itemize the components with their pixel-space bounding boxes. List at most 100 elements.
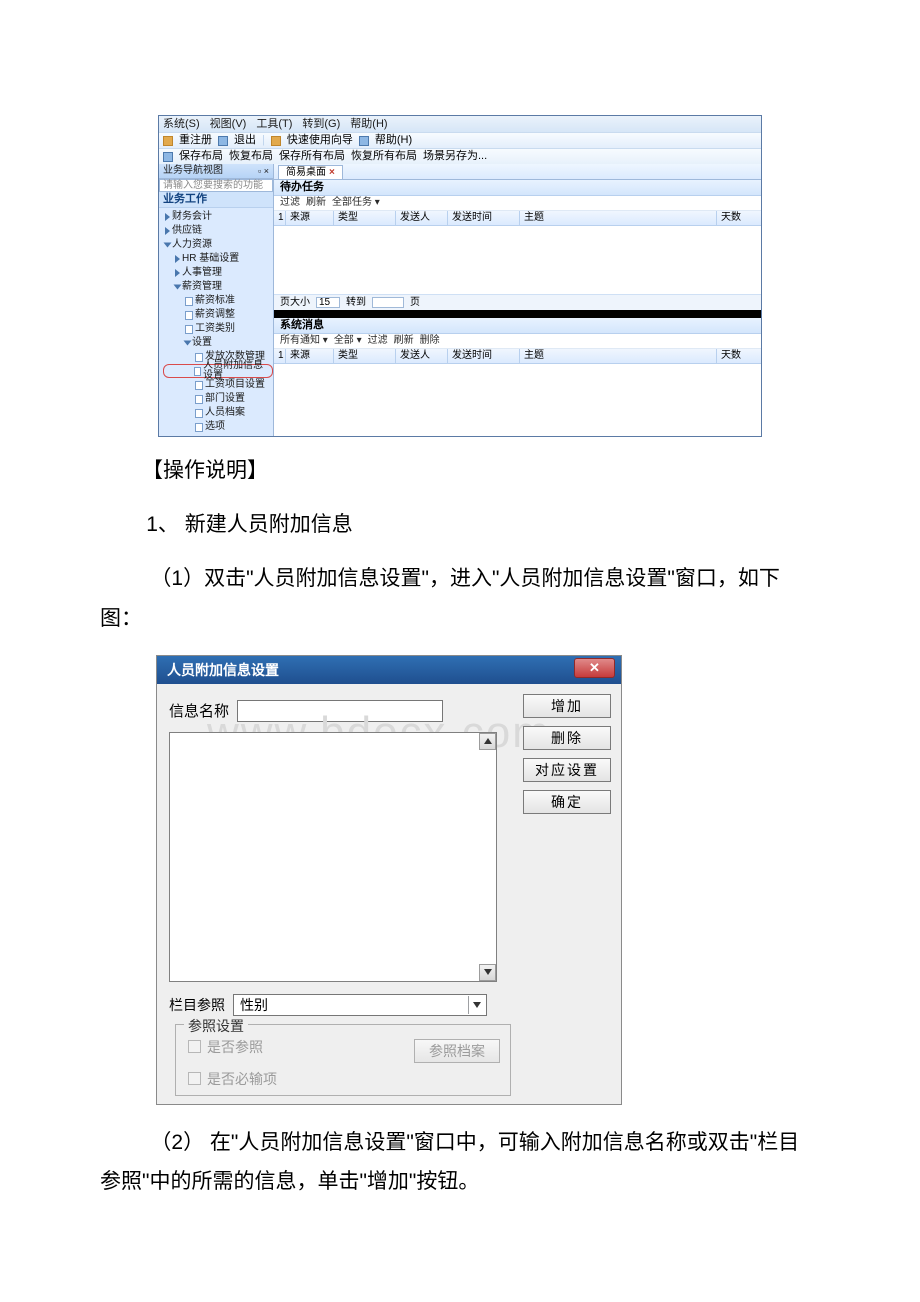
tree-person-extra-info[interactable]: 人员附加信息设置	[163, 364, 273, 378]
msg-col-sender[interactable]: 发送人	[396, 349, 448, 363]
dialog-title-text: 人员附加信息设置	[167, 660, 279, 680]
tree-hr[interactable]: 人力资源	[163, 238, 273, 252]
menu-tools[interactable]: 工具(T)	[256, 119, 292, 130]
msg-filter-button[interactable]: 过滤	[368, 336, 388, 346]
search-input[interactable]: 请输入您要搜索的功能	[159, 179, 273, 192]
restore-layout-button[interactable]: 恢复布局	[229, 151, 273, 162]
scene-saveas-button[interactable]: 场景另存为...	[423, 151, 487, 162]
col-sendtime[interactable]: 发送时间	[448, 211, 520, 225]
label-is-ref: 是否参照	[207, 1037, 263, 1057]
col-subject[interactable]: 主题	[520, 211, 717, 225]
msg-refresh-button[interactable]: 刷新	[394, 336, 414, 346]
erp-main-window: 系统(S) 视图(V) 工具(T) 转到(G) 帮助(H) 重注册 退出 | 快…	[158, 115, 762, 437]
tree-dept-setting[interactable]: 部门设置	[163, 392, 273, 406]
sidebar-title-text: 业务导航视图	[163, 166, 223, 176]
ref-settings-fieldset: 参照设置 是否参照 是否必输项 参照档案	[175, 1024, 511, 1096]
field-ref-select[interactable]: 性别	[233, 994, 487, 1016]
exit-button[interactable]: 退出	[234, 135, 256, 146]
tree-hr-base[interactable]: HR 基础设置	[163, 252, 273, 266]
msg-col-sendtime[interactable]: 发送时间	[448, 349, 520, 363]
text-step-1-2: （2） 在"人员附加信息设置"窗口中，可输入附加信息名称或双击"栏目参照"中的所…	[100, 1123, 820, 1203]
filter-button[interactable]: 过滤	[280, 198, 300, 208]
panel-todo-filter: 过滤 刷新 全部任务 ▾	[274, 196, 761, 211]
page-size-input[interactable]	[316, 297, 340, 308]
panel-msg-filter: 所有通知 ▾ 全部 ▾ 过滤 刷新 删除	[274, 334, 761, 349]
checkbox-is-ref[interactable]	[188, 1040, 201, 1053]
save-all-layout-button[interactable]: 保存所有布局	[279, 151, 345, 162]
col-days[interactable]: 天数	[717, 211, 761, 225]
relogin-button[interactable]: 重注册	[179, 135, 212, 146]
msg-col-subject[interactable]: 主题	[520, 349, 717, 363]
tree-salary-standard[interactable]: 薪资标准	[163, 294, 273, 308]
add-button[interactable]: 增加	[523, 694, 611, 718]
col-source[interactable]: 来源	[286, 211, 334, 225]
close-icon[interactable]: ×	[329, 168, 335, 178]
label-field-ref: 栏目参照	[169, 995, 225, 1015]
tree-hr-personnel[interactable]: 人事管理	[163, 266, 273, 280]
all-notify-dropdown[interactable]: 所有通知 ▾	[280, 336, 328, 346]
tree-salary[interactable]: 薪资管理	[163, 280, 273, 294]
mapping-button[interactable]: 对应设置	[523, 758, 611, 782]
col-sender[interactable]: 发送人	[396, 211, 448, 225]
msg-col-days[interactable]: 天数	[717, 349, 761, 363]
save-layout-icon	[163, 152, 173, 162]
tree-wage-item[interactable]: 工资项目设置	[163, 378, 273, 392]
refresh-button[interactable]: 刷新	[306, 198, 326, 208]
all-tasks-dropdown[interactable]: 全部任务 ▾	[332, 198, 380, 208]
tree-settings[interactable]: 设置	[163, 336, 273, 350]
scroll-down-button[interactable]	[479, 964, 496, 981]
todo-grid-body	[274, 226, 761, 294]
tree-wage-type[interactable]: 工资类别	[163, 322, 273, 336]
delete-button[interactable]: 删除	[523, 726, 611, 750]
ok-button[interactable]: 确定	[523, 790, 611, 814]
person-extra-info-dialog: 人员附加信息设置 ✕ www.bdocx.com 信息名称 增加 删除 对应设置…	[156, 655, 622, 1105]
panel-msg-title: 系统消息	[274, 318, 761, 334]
tab-simple-desktop[interactable]: 简易桌面×	[278, 165, 343, 179]
info-listbox[interactable]	[169, 732, 497, 982]
restore-all-layout-button[interactable]: 恢复所有布局	[351, 151, 417, 162]
todo-pager: 页大小 转到 页	[274, 294, 761, 310]
all-dropdown[interactable]: 全部 ▾	[334, 336, 362, 346]
toolbar-primary: 重注册 退出 | 快速使用向导 帮助(H)	[159, 132, 761, 148]
save-layout-button[interactable]: 保存布局	[179, 151, 223, 162]
dialog-titlebar: 人员附加信息设置 ✕	[157, 656, 621, 684]
ref-archive-button[interactable]: 参照档案	[414, 1039, 500, 1063]
col-type[interactable]: 类型	[334, 211, 396, 225]
menu-help[interactable]: 帮助(H)	[350, 119, 387, 130]
toolbar-layout: 保存布局 恢复布局 保存所有布局 恢复所有布局 场景另存为...	[159, 148, 761, 164]
menu-view[interactable]: 视图(V)	[210, 119, 247, 130]
main-area: 简易桌面× 待办任务 过滤 刷新 全部任务 ▾ 1 来源 类型 发送人 发送时间…	[274, 164, 761, 436]
checkbox-required[interactable]	[188, 1072, 201, 1085]
relogin-icon	[163, 136, 173, 146]
msg-col-type[interactable]: 类型	[334, 349, 396, 363]
panel-todo-title: 待办任务	[274, 180, 761, 196]
close-button[interactable]: ✕	[574, 658, 615, 678]
msg-delete-button[interactable]: 删除	[420, 336, 440, 346]
fieldset-legend: 参照设置	[184, 1016, 248, 1036]
menu-system[interactable]: 系统(S)	[163, 119, 200, 130]
tree-finance[interactable]: 财务会计	[163, 210, 273, 224]
text-step-1: 1、 新建人员附加信息	[100, 505, 820, 545]
tree-salary-adjust[interactable]: 薪资调整	[163, 308, 273, 322]
chevron-down-icon[interactable]	[468, 996, 484, 1014]
label-info-name: 信息名称	[169, 700, 229, 721]
nav-tree: 财务会计 供应链 人力资源 HR 基础设置 人事管理 薪资管理 薪资标准 薪资调…	[159, 208, 273, 436]
scroll-up-button[interactable]	[479, 733, 496, 750]
quick-wizard-button[interactable]: 快速使用向导	[287, 135, 353, 146]
tree-person-file[interactable]: 人员档案	[163, 406, 273, 420]
tree-supplychain[interactable]: 供应链	[163, 224, 273, 238]
msg-col-source[interactable]: 来源	[286, 349, 334, 363]
label-required: 是否必输项	[207, 1069, 277, 1089]
tree-options[interactable]: 选项	[163, 420, 273, 434]
pager-goto-label: 转到	[346, 298, 366, 308]
wizard-icon	[271, 136, 281, 146]
text-op-heading: 【操作说明】	[100, 451, 820, 491]
info-name-input[interactable]	[237, 700, 443, 722]
help-button[interactable]: 帮助(H)	[375, 135, 412, 146]
sidebar-title: 业务导航视图 ▫ ×	[159, 164, 273, 179]
pager-label: 页大小	[280, 298, 310, 308]
menu-bar: 系统(S) 视图(V) 工具(T) 转到(G) 帮助(H)	[159, 116, 761, 132]
page-number-input[interactable]	[372, 297, 404, 308]
msg-grid-body	[274, 364, 761, 400]
menu-goto[interactable]: 转到(G)	[302, 119, 340, 130]
